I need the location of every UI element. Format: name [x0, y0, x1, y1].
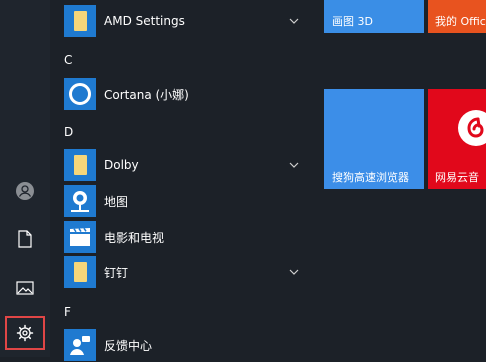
- section-letter: F: [64, 305, 71, 319]
- document-icon: [18, 230, 32, 248]
- tile-sogou-browser[interactable]: 搜狗高速浏览器: [324, 89, 424, 189]
- list-item-label: 钉钉: [104, 265, 129, 280]
- list-item-label: 反馈中心: [104, 338, 153, 353]
- section-header-c[interactable]: C: [50, 43, 312, 77]
- list-item-cortana[interactable]: Cortana (小娜): [50, 77, 312, 111]
- documents-button[interactable]: [5, 222, 45, 256]
- section-letter: D: [64, 125, 74, 139]
- list-item-label: 地图: [104, 194, 129, 209]
- list-item-maps[interactable]: 地图: [50, 184, 312, 218]
- list-item-label: Cortana (小娜): [104, 87, 189, 102]
- tile-my-office[interactable]: 我的 Offic: [428, 0, 486, 33]
- feedback-person-icon: [64, 329, 96, 361]
- chevron-down-icon[interactable]: [288, 159, 300, 171]
- tile-netease-music[interactable]: 网易云音: [428, 89, 486, 189]
- list-item-label: AMD Settings: [104, 14, 185, 28]
- tile-label: 画图 3D: [332, 15, 373, 28]
- user-account-button[interactable]: [5, 174, 45, 208]
- folder-icon: [64, 256, 96, 288]
- gear-icon: [16, 324, 34, 342]
- list-item-dolby[interactable]: Dolby: [50, 148, 312, 182]
- chevron-down-icon[interactable]: [288, 15, 300, 27]
- list-item-label: Dolby: [104, 158, 139, 172]
- folder-icon: [64, 5, 96, 37]
- pictures-button[interactable]: [5, 271, 45, 305]
- clapperboard-icon: [64, 221, 96, 253]
- cortana-ring-icon: [64, 78, 96, 110]
- settings-button[interactable]: [5, 316, 45, 350]
- app-list: AMD Settings C Cortana (小娜) D Dolby 地图 电…: [50, 0, 312, 361]
- tile-label: 搜狗高速浏览器: [332, 171, 409, 184]
- section-header-d[interactable]: D: [50, 115, 312, 149]
- image-icon: [16, 281, 34, 295]
- section-letter: C: [64, 53, 73, 67]
- folder-icon: [64, 149, 96, 181]
- list-item-amd-settings[interactable]: AMD Settings: [50, 4, 312, 38]
- netease-music-logo-icon: [458, 110, 486, 146]
- map-pin-icon: [64, 185, 96, 217]
- tile-paint-3d[interactable]: 画图 3D: [324, 0, 424, 33]
- list-item-dingtalk[interactable]: 钉钉: [50, 255, 312, 289]
- start-menu-rail: [0, 0, 50, 357]
- tile-label: 网易云音: [435, 171, 479, 184]
- list-item-label: 电影和电视: [104, 230, 165, 245]
- chevron-down-icon[interactable]: [288, 266, 300, 278]
- user-icon: [16, 182, 34, 200]
- tile-label: 我的 Offic: [435, 15, 486, 28]
- list-item-movies-tv[interactable]: 电影和电视: [50, 220, 312, 254]
- section-header-f[interactable]: F: [50, 295, 312, 329]
